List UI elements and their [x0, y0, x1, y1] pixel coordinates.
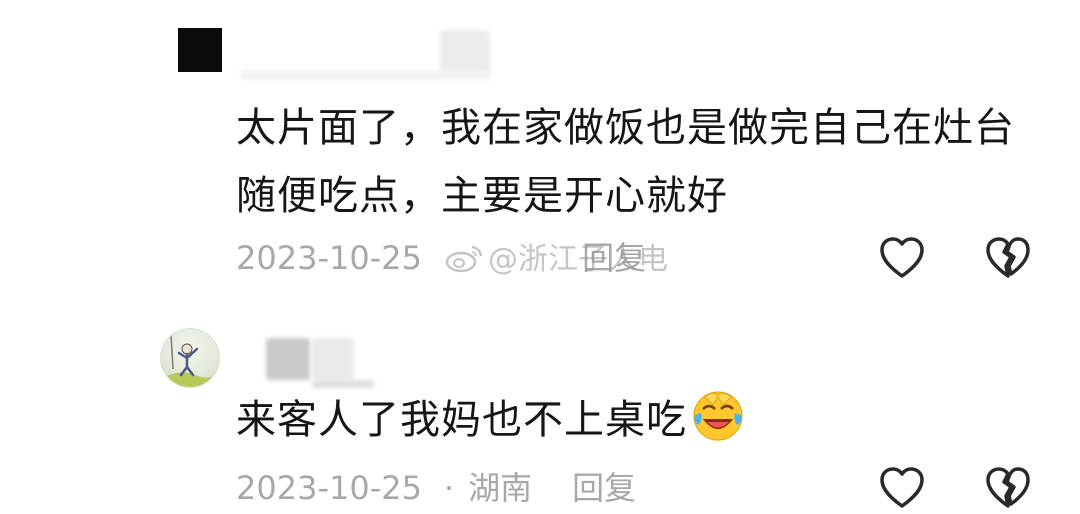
comment-date: 2023-10-25 [236, 469, 422, 507]
avatar[interactable] [160, 328, 220, 388]
heart-outline-icon[interactable] [878, 236, 926, 280]
weibo-logo-icon [445, 245, 483, 273]
comment-date: 2023-10-25 [236, 239, 422, 277]
blurred-username[interactable] [312, 338, 354, 380]
comment-item: 来客人了我妈也不上桌吃 2023-10-25 · 湖南 回复 [0, 320, 1080, 514]
broken-heart-outline-icon[interactable] [984, 236, 1032, 280]
avatar-illustration [161, 334, 219, 387]
comment-meta: 2023-10-25 · 湖南 回复 [236, 468, 636, 508]
blurred-username [240, 70, 490, 80]
laughing-crying-emoji [693, 391, 743, 441]
comment-location: 湖南 [468, 469, 533, 507]
avatar[interactable] [178, 28, 222, 72]
reply-button[interactable]: 回复 [572, 469, 636, 507]
watermark-text: @浙江子人电 [488, 242, 668, 277]
broken-heart-outline-icon[interactable] [984, 466, 1032, 510]
comment-text: 来客人了我妈也不上桌吃 [236, 386, 1036, 454]
comment-text-content: 来客人了我妈也不上桌吃 [236, 397, 687, 443]
heart-outline-icon[interactable] [878, 466, 926, 510]
blurred-username[interactable] [266, 338, 310, 380]
meta-separator: · [443, 469, 455, 507]
comment-text: 太片面了，我在家做饭也是做完自己在灶台随便吃点，主要是开心就好 [236, 105, 1015, 219]
watermark: @浙江子人电 [444, 240, 668, 280]
comment-item: 太片面了，我在家做饭也是做完自己在灶台随便吃点，主要是开心就好 2023-10-… [0, 0, 1080, 300]
